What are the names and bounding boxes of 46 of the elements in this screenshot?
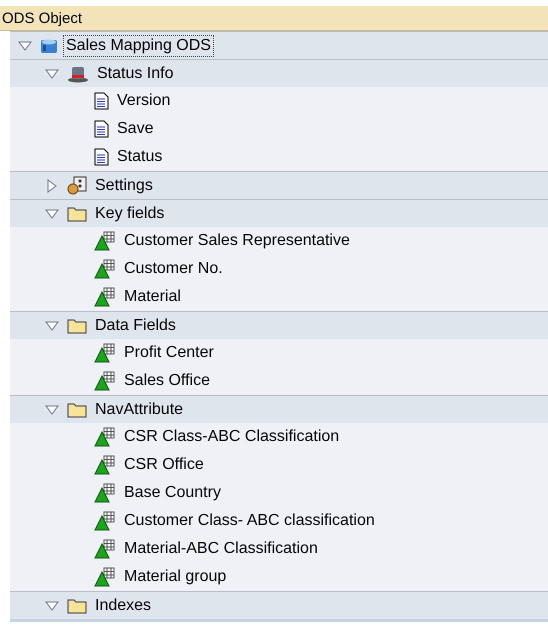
tree-item[interactable]: Base Country bbox=[121, 482, 224, 504]
panel-title: ODS Object bbox=[0, 6, 548, 31]
collapse-arrow-icon[interactable] bbox=[45, 402, 59, 416]
tree-item[interactable]: Material bbox=[121, 286, 184, 308]
folder-icon bbox=[67, 401, 87, 418]
tree-item[interactable]: Save bbox=[114, 118, 156, 140]
characteristic-icon bbox=[94, 343, 116, 363]
tree-item[interactable]: Data Fields bbox=[92, 314, 179, 336]
document-icon bbox=[94, 148, 109, 166]
characteristic-icon bbox=[94, 511, 116, 531]
tree-item[interactable]: Customer No. bbox=[121, 258, 226, 280]
database-icon bbox=[40, 38, 58, 54]
collapse-arrow-icon[interactable] bbox=[45, 318, 59, 332]
folder-icon bbox=[67, 205, 87, 222]
tree-item[interactable]: Material group bbox=[121, 566, 230, 588]
characteristic-icon bbox=[94, 539, 116, 559]
collapse-arrow-icon[interactable] bbox=[45, 66, 59, 80]
folder-icon bbox=[67, 597, 87, 614]
characteristic-icon bbox=[94, 567, 116, 587]
hat-icon bbox=[67, 64, 89, 82]
collapse-arrow-icon[interactable] bbox=[45, 206, 59, 220]
tree-item[interactable]: Sales Mapping ODS bbox=[63, 34, 214, 56]
tree-item[interactable]: Version bbox=[114, 90, 174, 112]
folder-icon bbox=[67, 317, 87, 334]
characteristic-icon bbox=[94, 287, 116, 307]
tree-item[interactable]: Indexes bbox=[92, 594, 154, 616]
characteristic-icon bbox=[94, 483, 116, 503]
document-icon bbox=[94, 120, 109, 138]
document-icon bbox=[94, 92, 109, 110]
characteristic-icon bbox=[94, 259, 116, 279]
characteristic-icon bbox=[94, 231, 116, 251]
characteristic-icon bbox=[94, 427, 116, 447]
tree-item[interactable]: Status Info bbox=[94, 62, 176, 84]
settings-icon bbox=[67, 176, 87, 196]
tree-item[interactable]: NavAttribute bbox=[92, 398, 186, 420]
tree-item[interactable]: Profit Center bbox=[121, 342, 217, 364]
tree-item[interactable]: Settings bbox=[92, 174, 156, 196]
tree-item[interactable]: CSR Office bbox=[121, 454, 207, 476]
expand-arrow-icon[interactable] bbox=[45, 178, 59, 192]
tree-item[interactable]: Sales Office bbox=[121, 370, 213, 392]
collapse-arrow-icon[interactable] bbox=[45, 598, 59, 612]
tree-item[interactable]: Status bbox=[114, 146, 166, 168]
tree-item[interactable]: Key fields bbox=[92, 202, 168, 224]
characteristic-icon bbox=[94, 371, 116, 391]
collapse-arrow-icon[interactable] bbox=[18, 38, 32, 52]
characteristic-icon bbox=[94, 455, 116, 475]
